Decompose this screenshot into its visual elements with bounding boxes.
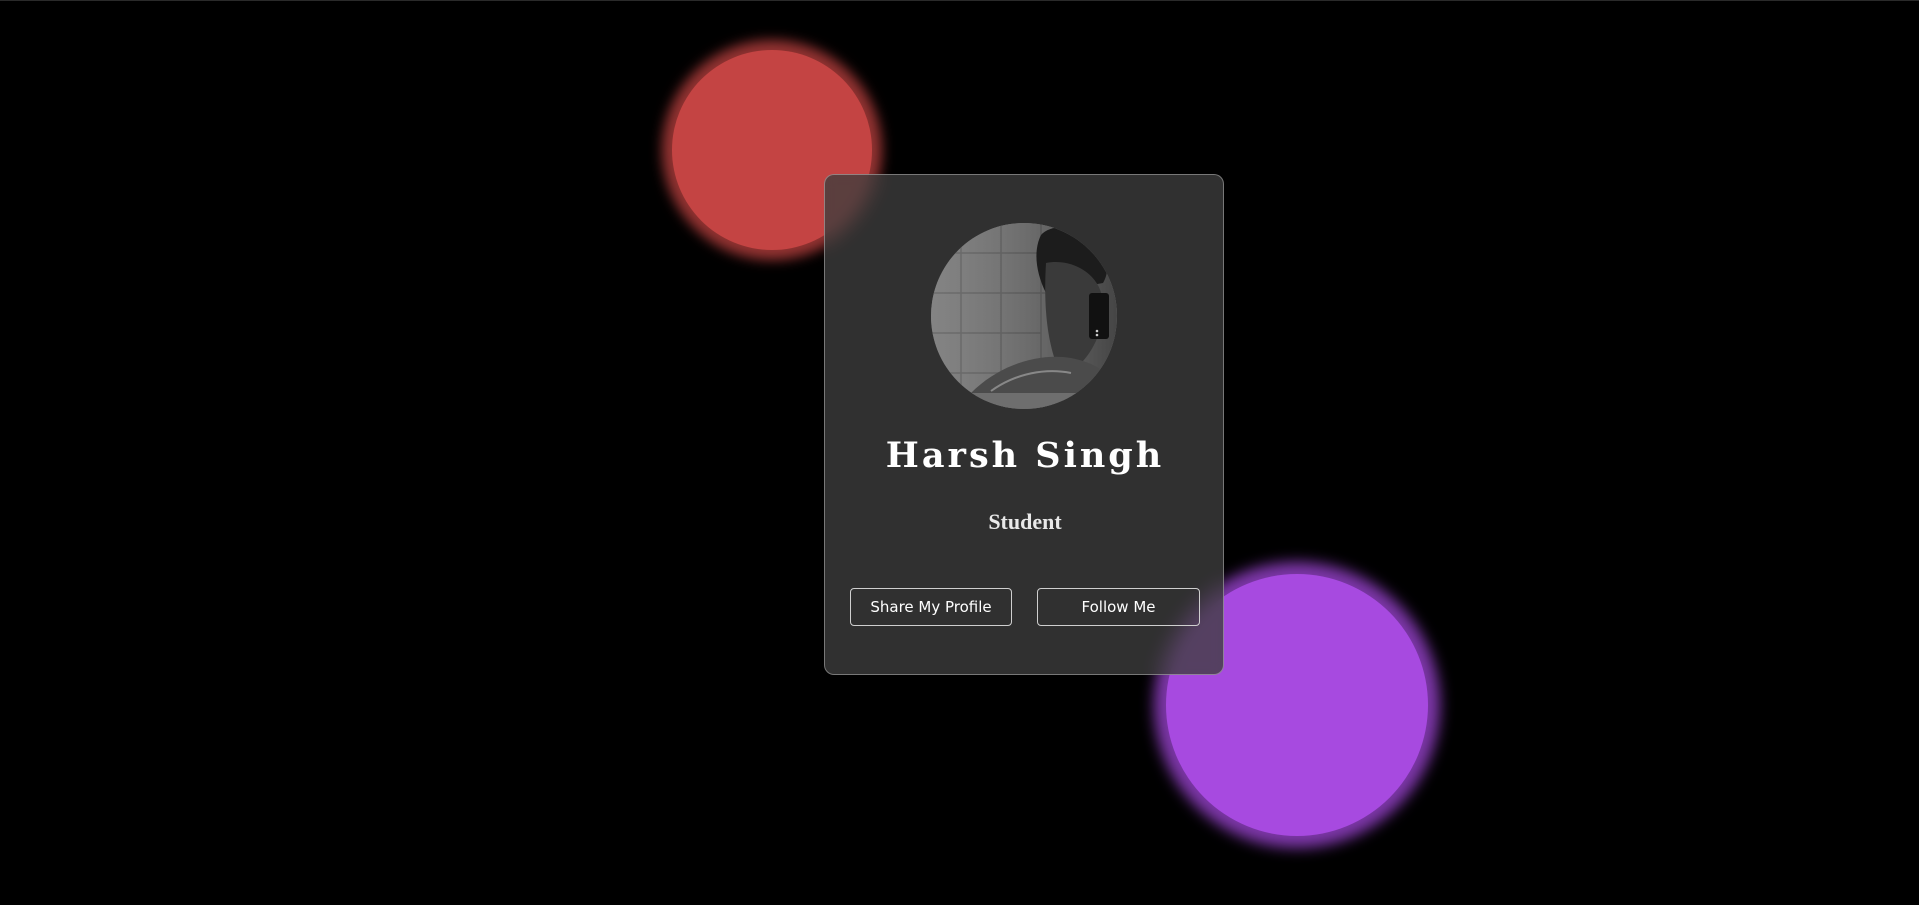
share-profile-button[interactable]: Share My Profile (850, 588, 1012, 626)
avatar-photo-icon (931, 223, 1117, 409)
top-border (0, 0, 1919, 1)
profile-role: Student (988, 509, 1062, 534)
profile-name: Harsh Singh (885, 435, 1165, 476)
profile-avatar (931, 223, 1117, 409)
follow-button[interactable]: Follow Me (1037, 588, 1200, 626)
profile-card: Harsh Singh Student Share My Profile Fol… (824, 174, 1224, 675)
